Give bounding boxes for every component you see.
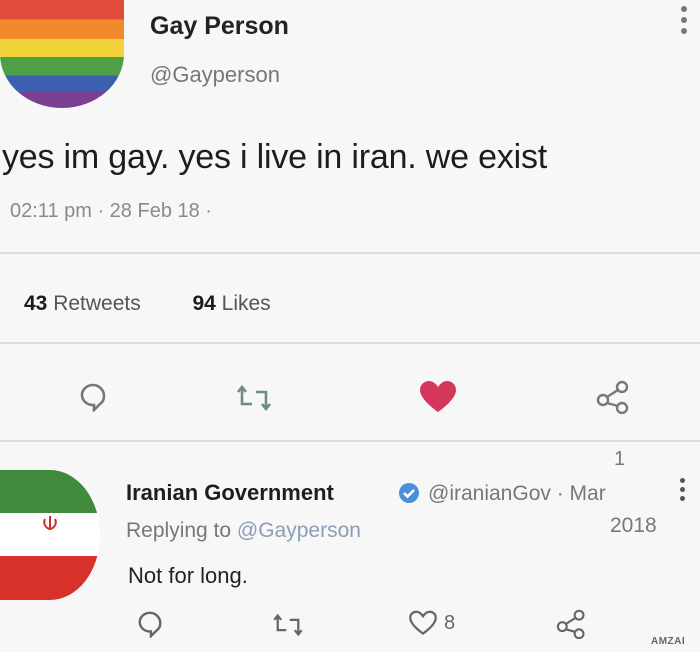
reply-share-icon[interactable] — [556, 609, 588, 639]
tweet-timestamp: 02:11 pm · 28 Feb 18 · — [10, 200, 212, 222]
engagement-counts: 43 Retweets 94 Likes — [24, 292, 271, 316]
reply-like-button[interactable]: 8 — [408, 610, 455, 636]
more-dot-icon — [680, 478, 685, 483]
likes-stat[interactable]: 94 Likes — [192, 292, 270, 315]
likes-count: 94 — [192, 292, 216, 315]
flag-emblem-icon — [41, 514, 59, 532]
replying-mention-link[interactable]: @Gayperson — [237, 519, 361, 542]
watermark: AMZAI — [651, 636, 686, 647]
tweet-text: yes im gay. yes i live in iran. we exist — [2, 138, 547, 176]
likes-label: Likes — [221, 292, 271, 315]
heart-icon[interactable] — [418, 380, 458, 414]
reply-text: Not for long. — [128, 563, 248, 588]
more-dot-icon — [681, 17, 687, 23]
reply-comment-icon[interactable] — [136, 610, 164, 638]
avatar-iranian-government[interactable] — [0, 470, 100, 600]
reply-more-options-button[interactable] — [680, 478, 685, 505]
more-options-button[interactable] — [675, 6, 695, 46]
reply-date-year: 2018 — [610, 514, 657, 537]
divider — [0, 252, 700, 254]
reply-date-day: 1 — [614, 448, 626, 470]
divider — [0, 342, 700, 344]
reply-author-handle[interactable]: @iranianGov · Mar — [428, 482, 606, 506]
comment-icon[interactable] — [78, 382, 108, 412]
more-dot-icon — [680, 496, 685, 501]
reply-like-count: 8 — [444, 611, 456, 634]
author-name[interactable]: Gay Person — [150, 12, 289, 41]
replying-to: Replying to @Gayperson — [126, 519, 361, 543]
more-dot-icon — [680, 487, 685, 492]
retweets-label: Retweets — [53, 292, 141, 315]
author-handle[interactable]: @Gayperson — [150, 62, 280, 88]
replying-prefix: Replying to — [126, 519, 232, 542]
heart-outline-icon — [408, 610, 438, 636]
reply-retweet-icon[interactable] — [272, 613, 304, 637]
retweet-icon[interactable] — [236, 384, 272, 412]
verified-icon — [398, 482, 420, 504]
retweets-stat[interactable]: 43 Retweets — [24, 292, 141, 315]
share-icon[interactable] — [596, 380, 632, 414]
more-dot-icon — [681, 6, 687, 12]
retweets-count: 43 — [24, 292, 48, 315]
more-dot-icon — [681, 28, 687, 34]
reply-author-name[interactable]: Iranian Government — [126, 480, 334, 506]
avatar-gay-person[interactable] — [0, 0, 124, 108]
divider — [0, 440, 700, 442]
